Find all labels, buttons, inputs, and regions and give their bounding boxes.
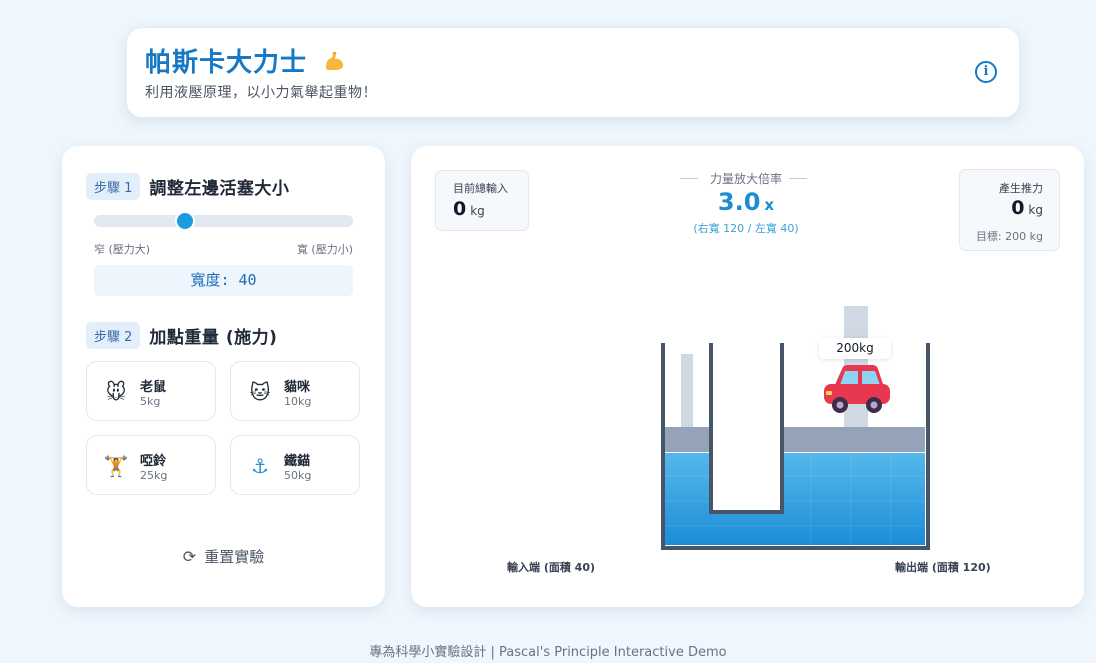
input-piston-rod — [681, 354, 693, 427]
weight-button-dumbbell[interactable]: 🏋 啞鈴 25kg — [86, 435, 216, 495]
weight-button-cat[interactable]: 🐱 貓咪 10kg — [230, 361, 360, 421]
weight-kg: 10kg — [284, 395, 312, 408]
weight-kg: 25kg — [140, 469, 168, 482]
cat-icon: 🐱 — [249, 380, 271, 404]
mouse-icon: 🐭 — [105, 380, 127, 404]
step2-title: 加點重量 (施力) — [149, 328, 278, 348]
weightlifter-icon: 🏋 — [103, 454, 129, 478]
load-weight-label: 200kg — [819, 338, 891, 359]
header-card: 帕斯卡大力士 利用液壓原理，以小力氣舉起重物！ i — [126, 27, 1020, 118]
control-panel: 步驟 1 調整左邊活塞大小 窄 (壓力大) 寬 (壓力小) 寬度: 40 步驟 … — [62, 146, 385, 607]
slider-thumb[interactable] — [176, 213, 193, 229]
water — [665, 453, 925, 545]
flexed-biceps-icon — [323, 49, 347, 73]
slider-label-wide: 寬 (壓力小) — [296, 243, 353, 256]
container-divider — [709, 343, 784, 514]
refresh-icon: ⟳ — [182, 547, 197, 566]
simulation-panel: 目前總輸入 0 kg 力量放大倍率 3.0 x (右寬 120 / 左寬 40) 產… — [411, 146, 1084, 607]
step1-header: 步驟 1 調整左邊活塞大小 — [86, 173, 289, 200]
step2-header: 步驟 2 加點重量 (施力) — [86, 322, 277, 349]
step1-title: 調整左邊活塞大小 — [149, 179, 290, 199]
info-icon[interactable]: i — [975, 61, 997, 83]
reset-button[interactable]: ⟳ 重置實驗 — [62, 546, 385, 567]
weight-name: 啞鈴 — [140, 454, 167, 469]
hydraulic-apparatus — [661, 306, 930, 550]
input-port-label: 輸入端 (面積 40) — [507, 561, 596, 574]
weight-kg: 50kg — [284, 469, 312, 482]
output-port-label: 輸出端 (面積 120) — [895, 561, 991, 574]
page-title: 帕斯卡大力士 — [145, 42, 347, 79]
weight-button-anchor[interactable]: ⚓ 鐵錨 50kg — [230, 435, 360, 495]
step2-badge: 步驟 2 — [86, 322, 141, 349]
weight-name: 貓咪 — [284, 380, 311, 395]
weight-name: 老鼠 — [140, 380, 167, 395]
weight-name: 鐵錨 — [284, 454, 311, 469]
width-display: 寬度: 40 — [94, 265, 353, 296]
weight-button-mouse[interactable]: 🐭 老鼠 5kg — [86, 361, 216, 421]
output-piston — [784, 427, 925, 452]
input-piston — [665, 427, 709, 452]
step1-badge: 步驟 1 — [86, 173, 141, 200]
page-subtitle: 利用液壓原理，以小力氣舉起重物！ — [145, 85, 377, 101]
anchor-icon: ⚓ — [251, 454, 269, 478]
slider-label-narrow: 窄 (壓力大) — [94, 243, 151, 256]
reset-label: 重置實驗 — [204, 548, 265, 566]
piston-width-slider[interactable] — [94, 213, 353, 229]
weight-kg: 5kg — [140, 395, 161, 408]
footer-credit: 專為科學小實驗設計 | Pascal's Principle Interacti… — [369, 645, 727, 660]
car-icon — [824, 365, 890, 413]
